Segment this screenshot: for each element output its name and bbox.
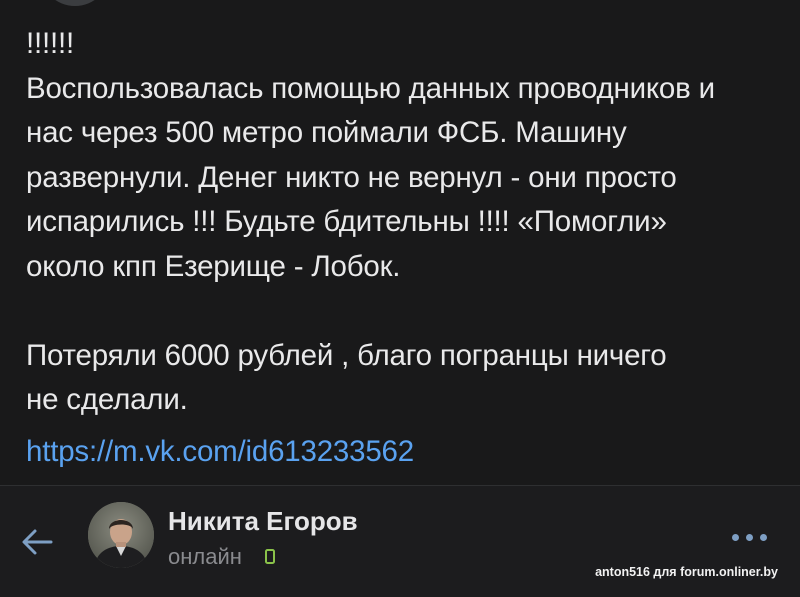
chat-header-bar: Никита Егоров онлайн anton516 для forum.… (0, 486, 800, 597)
profile-link[interactable]: https://m.vk.com/id613233562 (26, 430, 414, 474)
previous-avatar-edge (40, 0, 110, 6)
message-line: Потеряли 6000 рублей , благо погранцы ни… (26, 338, 667, 372)
dot (732, 534, 739, 541)
message-line: около кпп Езерище - Лобок. (26, 249, 401, 283)
avatar[interactable] (88, 502, 154, 568)
user-name[interactable]: Никита Егоров (168, 506, 358, 537)
watermark: anton516 для forum.onliner.by (595, 565, 778, 579)
message-line: развернули. Денег никто не вернул - они … (26, 160, 677, 194)
back-arrow-icon[interactable] (18, 522, 58, 562)
message-line: !!!!!! (26, 27, 74, 60)
message-line: не сделали. (26, 383, 188, 416)
message-line: нас через 500 метро поймали ФСБ. Машину (26, 116, 627, 149)
message-line: Воспользовалась помощью данных проводник… (26, 71, 715, 105)
dot (746, 534, 753, 541)
message-area: !!!!!! Воспользовалась помощью данных пр… (0, 0, 800, 485)
message-line: испарились !!! Будьте бдительны !!!! «По… (26, 205, 667, 238)
more-dots-icon[interactable] (732, 532, 768, 544)
mobile-online-icon (265, 549, 275, 564)
dot (760, 534, 767, 541)
online-status: онлайн (168, 544, 242, 569)
message-text: !!!!!! Воспользовалась помощью данных пр… (26, 22, 786, 423)
